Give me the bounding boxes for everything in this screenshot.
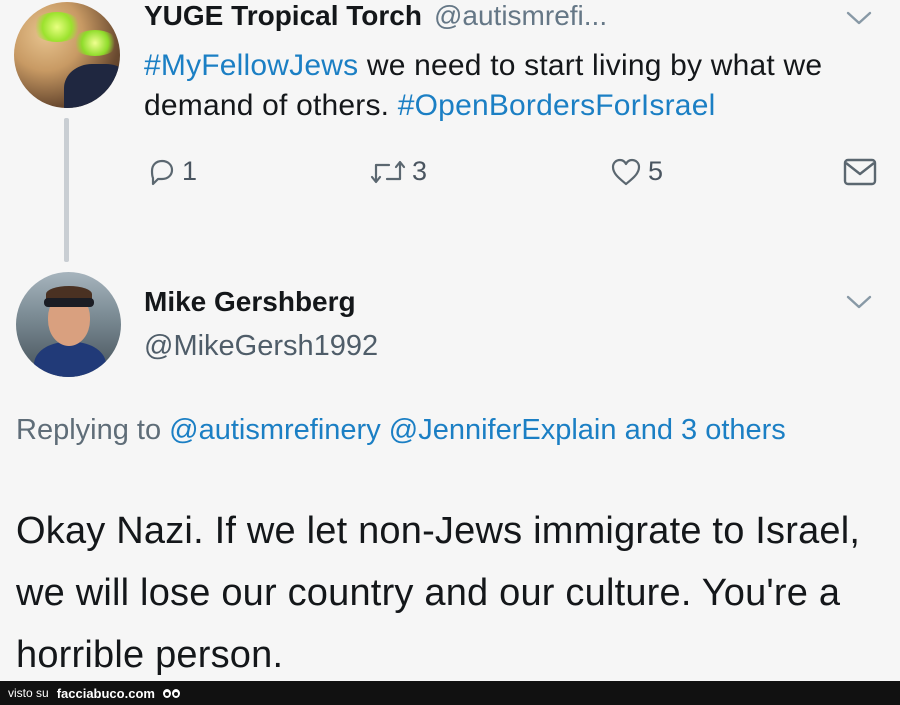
avatar-shirt xyxy=(34,342,106,377)
mention-link[interactable]: @JenniferExplain xyxy=(389,414,617,446)
thread-connector-line xyxy=(64,118,69,262)
like-count: 5 xyxy=(648,156,664,186)
tweet2-avatar[interactable] xyxy=(16,272,121,377)
watermark-prefix: visto su xyxy=(8,686,49,700)
message-icon xyxy=(843,158,877,186)
like-button[interactable]: 5 xyxy=(610,156,663,187)
like-icon xyxy=(611,158,641,185)
direct-message-button[interactable] xyxy=(842,156,878,188)
replying-to-line: Replying to @autismrefinery @JenniferExp… xyxy=(16,409,816,451)
tweet1-action-bar: 1 3 5 xyxy=(144,156,884,192)
eyes-logo-icon xyxy=(162,688,180,698)
mention-link[interactable]: @autismrefinery xyxy=(169,414,381,446)
mention-others-link[interactable]: and 3 others xyxy=(625,414,786,446)
watermark-site: facciabuco.com xyxy=(56,685,155,701)
watermark-bar: visto su facciabuco.com xyxy=(0,681,900,705)
avatar-suit xyxy=(64,64,120,108)
retweet-icon xyxy=(370,160,406,183)
chevron-down-icon[interactable] xyxy=(846,294,872,310)
replying-to-label: Replying to xyxy=(16,414,170,446)
tweet1-header: YUGE Tropical Torch @autismrefi... xyxy=(144,0,607,34)
tweet1-avatar[interactable] xyxy=(14,2,120,108)
hashtag-link[interactable]: #MyFellowJews xyxy=(144,49,358,82)
hashtag-link[interactable]: #OpenBordersForIsrael xyxy=(398,89,716,122)
tweet2-handle[interactable]: @MikeGersh1992 xyxy=(144,330,378,363)
reply-button[interactable]: 1 xyxy=(146,156,197,187)
tweet2-text: Okay Nazi. If we let non-Jews immigrate … xyxy=(16,510,861,676)
chevron-down-icon[interactable] xyxy=(846,10,872,26)
tweet1-text: #MyFellowJews we need to start living by… xyxy=(144,46,864,126)
reply-count: 1 xyxy=(182,156,198,186)
tweet1-handle[interactable]: @autismrefi... xyxy=(434,0,607,32)
retweet-button[interactable]: 3 xyxy=(370,156,427,187)
tweet1-display-name[interactable]: YUGE Tropical Torch xyxy=(144,0,422,32)
avatar-headband xyxy=(44,298,94,307)
retweet-count: 3 xyxy=(412,156,428,186)
reply-icon xyxy=(150,159,174,185)
avatar-laser-eye xyxy=(72,30,118,56)
tweet2-display-name[interactable]: Mike Gershberg xyxy=(144,286,356,318)
screenshot-page: YUGE Tropical Torch @autismrefi... #MyFe… xyxy=(0,0,900,705)
